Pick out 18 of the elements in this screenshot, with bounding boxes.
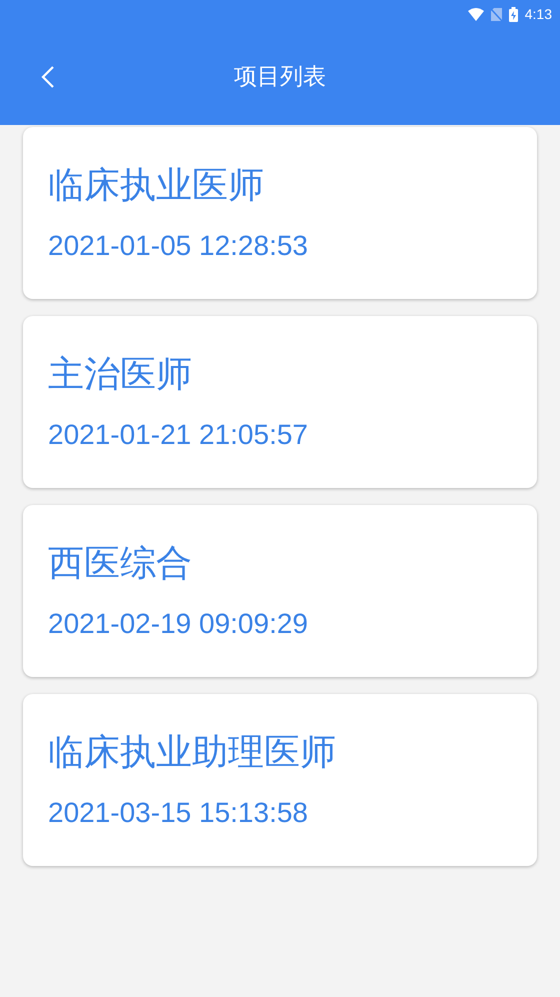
battery-charging-icon — [508, 6, 518, 22]
project-name: 主治医师 — [48, 352, 193, 396]
page-title: 项目列表 — [234, 62, 326, 92]
wifi-icon — [468, 8, 484, 20]
project-card[interactable]: 临床执业医师 2021-01-05 12:28:53 — [23, 127, 537, 299]
status-time: 4:13 — [524, 4, 552, 24]
project-card[interactable]: 临床执业助理医师 2021-03-15 15:13:58 — [23, 694, 537, 866]
project-time: 2021-01-21 21:05:57 — [48, 418, 309, 452]
project-card[interactable]: 西医综合 2021-02-19 09:09:29 — [23, 505, 537, 677]
project-name: 临床执业医师 — [48, 163, 265, 207]
project-time: 2021-02-19 09:09:29 — [48, 607, 309, 641]
no-sim-icon — [490, 8, 502, 20]
project-name: 西医综合 — [48, 541, 193, 585]
project-card[interactable]: 主治医师 2021-01-21 21:05:57 — [23, 316, 537, 488]
project-time: 2021-03-15 15:13:58 — [48, 796, 309, 830]
back-icon — [41, 64, 55, 88]
project-name: 临床执业助理医师 — [48, 730, 337, 774]
project-time: 2021-01-05 12:28:53 — [48, 229, 309, 263]
